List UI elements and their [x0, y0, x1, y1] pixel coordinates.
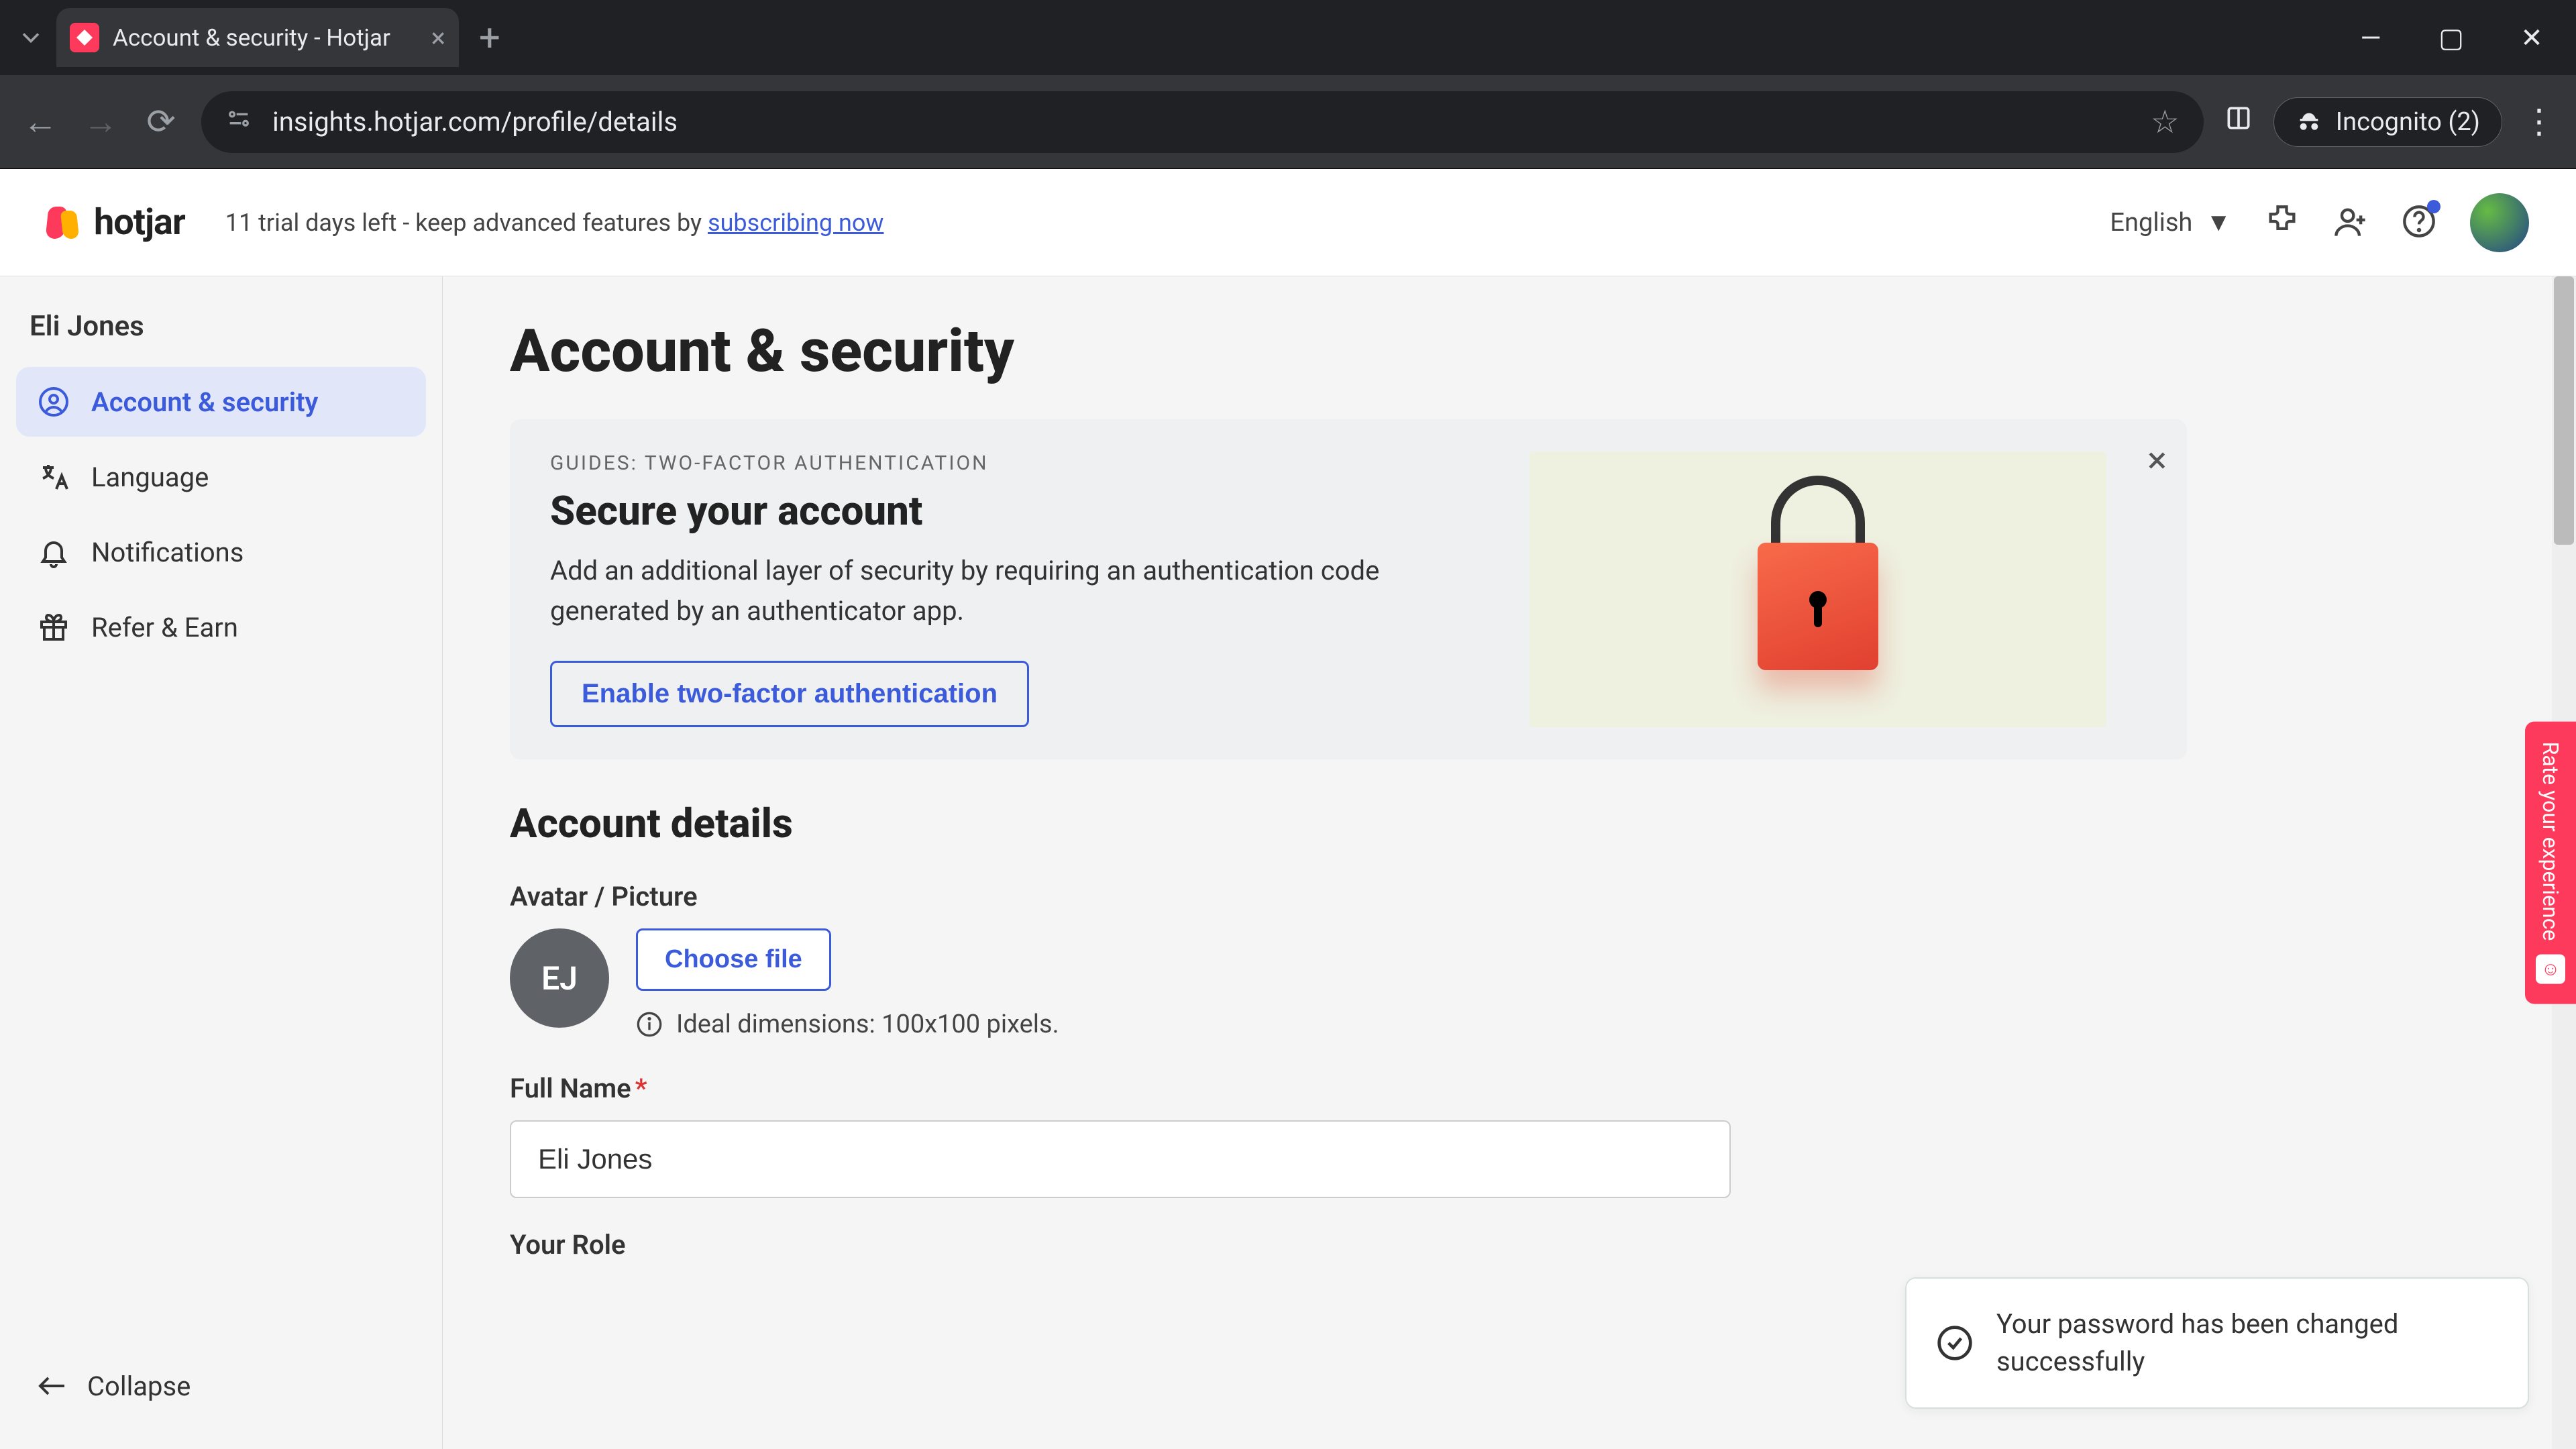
sidebar-item-refer-earn[interactable]: Refer & Earn — [16, 592, 426, 662]
hotjar-logo-icon — [47, 204, 85, 241]
help-icon[interactable] — [2402, 204, 2436, 241]
guide-eyebrow: GUIDES: TWO-FACTOR AUTHENTICATION — [550, 451, 1489, 475]
account-details-heading: Account details — [510, 800, 2509, 847]
language-selector[interactable]: English ▼ — [2110, 208, 2231, 237]
app-header: hotjar 11 trial days left - keep advance… — [0, 169, 2576, 276]
feedback-tab[interactable]: Rate your experience ☺ — [2525, 722, 2576, 1004]
user-circle-icon — [38, 386, 70, 418]
window-minimize-icon[interactable]: — — [2351, 22, 2391, 54]
site-settings-icon[interactable] — [225, 105, 252, 139]
url-text: insights.hotjar.com/profile/details — [272, 106, 678, 138]
tab-title: Account & security - Hotjar — [113, 24, 390, 52]
browser-tab-bar: Account & security - Hotjar × + — ▢ ✕ — [0, 0, 2576, 75]
user-avatar[interactable] — [2470, 193, 2529, 252]
success-toast: Your password has been changed successfu… — [1905, 1277, 2529, 1409]
scrollbar-thumb[interactable] — [2554, 276, 2574, 545]
sidebar-item-label: Account & security — [91, 386, 318, 418]
browser-menu-icon[interactable]: ⋮ — [2522, 102, 2556, 142]
required-asterisk: * — [635, 1073, 647, 1104]
integrations-icon[interactable] — [2265, 204, 2300, 241]
window-close-icon[interactable]: ✕ — [2512, 22, 2552, 54]
sidebar-item-label: Notifications — [91, 537, 244, 568]
info-icon — [636, 1011, 663, 1038]
sidebar-item-label: Refer & Earn — [91, 612, 238, 643]
forward-button[interactable]: → — [80, 101, 121, 142]
check-circle-icon — [1936, 1324, 1974, 1362]
chevron-down-icon: ▼ — [2206, 208, 2231, 237]
notification-dot-icon — [2427, 200, 2440, 213]
hotjar-logo-text: hotjar — [94, 201, 185, 244]
avatar-label: Avatar / Picture — [510, 881, 2509, 912]
sidebar-item-language[interactable]: Language — [16, 442, 426, 512]
reload-button[interactable]: ⟳ — [141, 101, 181, 142]
role-label-partial: Your Role — [510, 1229, 2509, 1260]
language-label: English — [2110, 208, 2192, 237]
gift-icon — [38, 611, 70, 643]
collapse-icon — [36, 1370, 68, 1402]
translate-icon — [38, 461, 70, 493]
smiley-icon: ☺ — [2536, 954, 2565, 983]
close-guide-icon[interactable]: × — [2147, 439, 2167, 482]
sidebar-user-name: Eli Jones — [16, 310, 426, 367]
tab-close-icon[interactable]: × — [431, 22, 445, 54]
guide-heading: Secure your account — [550, 487, 1489, 535]
lock-icon — [1758, 509, 1878, 670]
window-maximize-icon[interactable]: ▢ — [2431, 22, 2471, 54]
sidebar-item-label: Language — [91, 462, 209, 493]
sidebar-item-notifications[interactable]: Notifications — [16, 517, 426, 587]
incognito-badge[interactable]: Incognito (2) — [2273, 97, 2502, 147]
new-tab-button[interactable]: + — [479, 15, 500, 60]
tab-favicon-icon — [70, 23, 99, 52]
browser-tab[interactable]: Account & security - Hotjar × — [56, 8, 459, 67]
guide-illustration — [1529, 451, 2106, 727]
subscribe-link[interactable]: subscribing now — [708, 209, 883, 237]
sidebar-item-account-security[interactable]: Account & security — [16, 367, 426, 437]
main-content: Account & security GUIDES: TWO-FACTOR AU… — [443, 276, 2576, 1449]
collapse-label: Collapse — [87, 1371, 191, 1402]
url-bar[interactable]: insights.hotjar.com/profile/details ☆ — [201, 91, 2204, 153]
bell-icon — [38, 536, 70, 568]
enable-two-factor-button[interactable]: Enable two-factor authentication — [550, 661, 1029, 727]
trial-banner: 11 trial days left - keep advanced featu… — [225, 209, 884, 237]
collapse-sidebar-button[interactable]: Collapse — [16, 1356, 426, 1415]
tab-search-menu[interactable] — [11, 17, 51, 58]
two-factor-guide-card: GUIDES: TWO-FACTOR AUTHENTICATION Secure… — [510, 419, 2187, 759]
choose-file-button[interactable]: Choose file — [636, 928, 831, 991]
sidebar: Eli Jones Account & security Language No… — [0, 276, 443, 1449]
reader-mode-icon[interactable] — [2224, 103, 2253, 141]
guide-text: Add an additional layer of security by r… — [550, 551, 1489, 631]
full-name-label: Full Name* — [510, 1073, 2509, 1104]
feedback-label: Rate your experience — [2538, 742, 2563, 941]
toast-text: Your password has been changed successfu… — [1996, 1305, 2498, 1381]
invite-user-icon[interactable] — [2333, 204, 2368, 241]
back-button[interactable]: ← — [20, 101, 60, 142]
avatar-preview: EJ — [510, 928, 609, 1028]
hotjar-logo[interactable]: hotjar — [47, 201, 185, 244]
bookmark-star-icon[interactable]: ☆ — [2151, 103, 2180, 141]
avatar-hint: Ideal dimensions: 100x100 pixels. — [636, 1010, 1059, 1039]
page-title: Account & security — [510, 317, 2509, 386]
full-name-input[interactable] — [510, 1120, 1731, 1198]
incognito-label: Incognito (2) — [2336, 107, 2480, 137]
